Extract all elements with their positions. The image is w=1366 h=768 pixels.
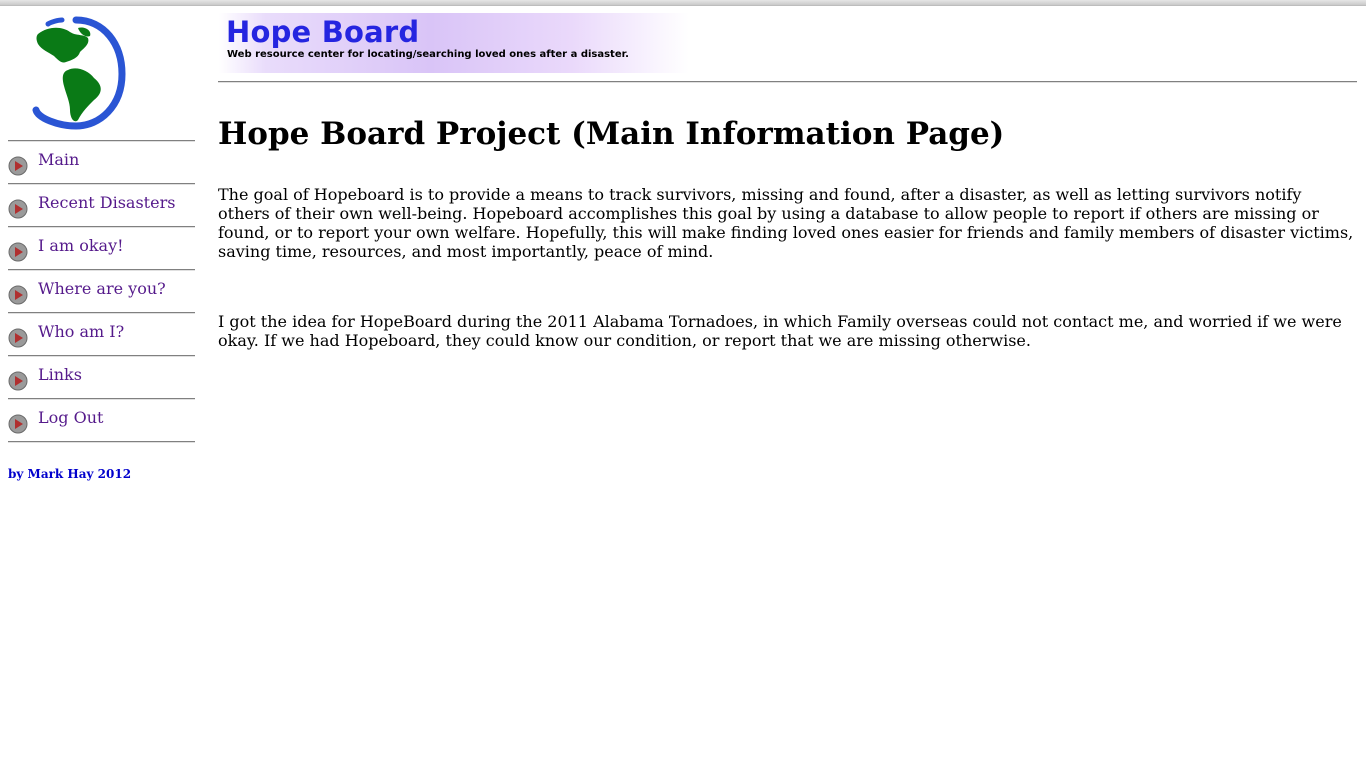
sidebar-item-label[interactable]: Log Out <box>38 408 103 427</box>
sidebar-item-links[interactable]: Links <box>8 357 195 398</box>
author-credit: by Mark Hay 2012 <box>8 467 132 481</box>
arrow-bullet-icon <box>8 328 28 348</box>
sidebar: Main Recent Disasters I am okay! Where a… <box>8 14 195 481</box>
globe-icon <box>32 16 126 130</box>
main-content: Hope Board Project (Main Information Pag… <box>218 110 1358 350</box>
arrow-bullet-icon <box>8 199 28 219</box>
nav-divider <box>8 441 195 443</box>
sidebar-item-label[interactable]: I am okay! <box>38 236 124 255</box>
site-logo <box>18 14 128 130</box>
site-title: Hope Board <box>226 15 420 49</box>
browser-top-bar <box>0 0 1366 6</box>
arrow-bullet-icon <box>8 156 28 176</box>
site-tagline: Web resource center for locating/searchi… <box>227 49 629 60</box>
sidebar-item-who-am-i[interactable]: Who am I? <box>8 314 195 355</box>
sidebar-item-where-are-you[interactable]: Where are you? <box>8 271 195 312</box>
sidebar-item-label[interactable]: Recent Disasters <box>38 193 175 212</box>
site-banner: Hope Board Web resource center for locat… <box>219 13 689 73</box>
sidebar-item-label[interactable]: Where are you? <box>38 279 166 298</box>
sidebar-item-recent-disasters[interactable]: Recent Disasters <box>8 185 195 226</box>
sidebar-item-label[interactable]: Who am I? <box>38 322 124 341</box>
arrow-bullet-icon <box>8 371 28 391</box>
sidebar-item-label[interactable]: Links <box>38 365 82 384</box>
arrow-bullet-icon <box>8 414 28 434</box>
arrow-bullet-icon <box>8 285 28 305</box>
sidebar-item-i-am-okay[interactable]: I am okay! <box>8 228 195 269</box>
sidebar-item-main[interactable]: Main <box>8 142 195 183</box>
intro-paragraph: The goal of Hopeboard is to provide a me… <box>218 185 1354 261</box>
origin-paragraph: I got the idea for HopeBoard during the … <box>218 312 1342 350</box>
sidebar-item-log-out[interactable]: Log Out <box>8 400 195 441</box>
sidebar-item-label[interactable]: Main <box>38 150 79 169</box>
header-divider <box>218 81 1357 83</box>
arrow-bullet-icon <box>8 242 28 262</box>
page-title: Hope Board Project (Main Information Pag… <box>218 116 1005 152</box>
